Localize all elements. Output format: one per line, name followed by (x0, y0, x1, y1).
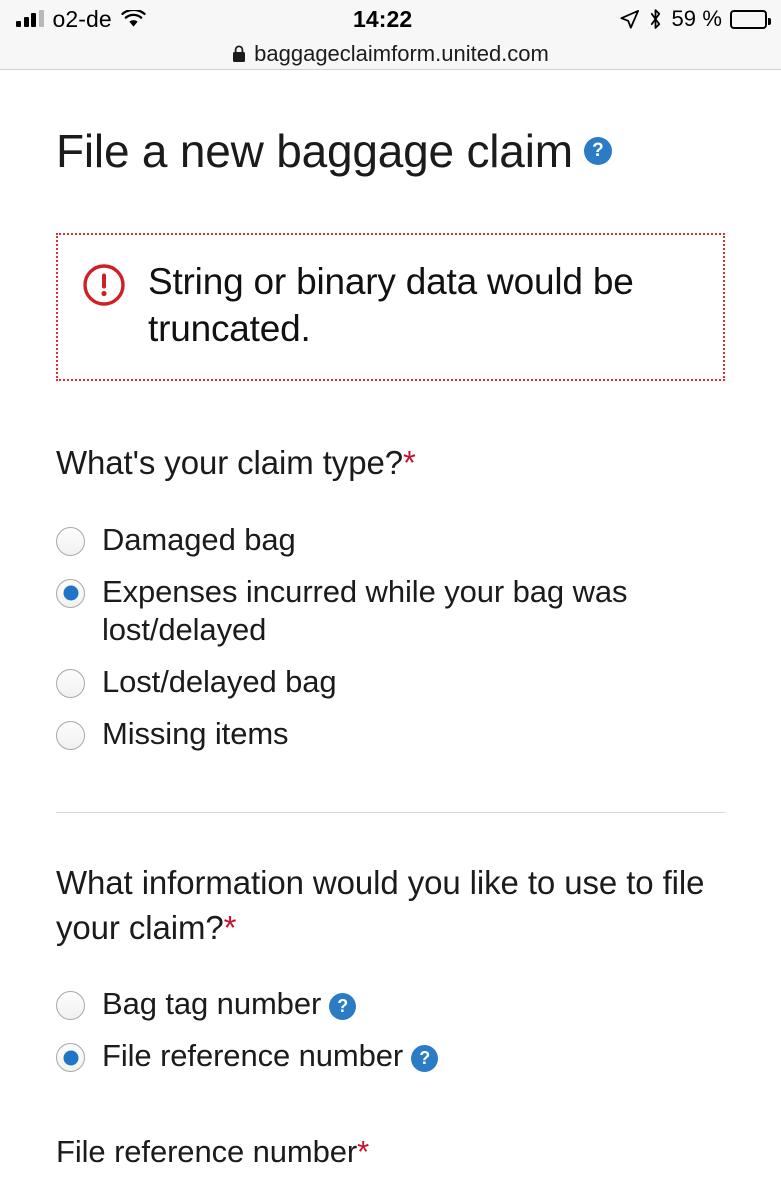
radio-label: File reference number (102, 1038, 404, 1074)
radio-circle[interactable] (56, 526, 85, 556)
browser-chrome: o2-de 14:22 59 % baggageclaimform.united… (0, 0, 781, 70)
status-bar-clock: 14:22 (352, 5, 413, 32)
page-title-help-icon[interactable]: ? (583, 137, 612, 165)
radio-option-file-reference-number[interactable]: File reference number? (56, 1030, 725, 1082)
file-reference-help-icon[interactable]: ? (411, 1044, 439, 1072)
radio-option-missing-items[interactable]: Missing items (56, 708, 725, 760)
battery-percent-label: 59 % (671, 6, 722, 31)
error-alert-message: String or binary data would be truncated… (148, 261, 634, 349)
bluetooth-icon (648, 8, 663, 30)
file-reference-number-field-label: File reference number* (56, 1134, 725, 1170)
bag-tag-help-icon[interactable]: ? (329, 992, 357, 1020)
radio-option-lost-delayed-bag[interactable]: Lost/delayed bag (56, 656, 725, 708)
battery-icon (730, 9, 771, 29)
status-bar-left: o2-de (16, 6, 146, 33)
claim-type-question-label: What's your claim type?* (56, 441, 725, 486)
radio-option-damaged-bag[interactable]: Damaged bag (56, 514, 725, 566)
mobile-browser-screenshot: o2-de 14:22 59 % baggageclaimform.united… (0, 0, 781, 1200)
field-label-text: File reference number (56, 1134, 358, 1170)
page-title-text: File a new baggage claim (56, 125, 573, 177)
radio-label: Bag tag number (102, 986, 322, 1022)
url-text: baggageclaimform.united.com (254, 40, 549, 66)
page-title: File a new baggage claim ? (56, 124, 725, 178)
location-arrow-icon (619, 9, 640, 30)
info-type-required-marker: * (223, 908, 237, 946)
claim-type-radio-group: Damaged bag Expenses incurred while your… (56, 514, 725, 761)
radio-circle[interactable] (56, 991, 85, 1021)
radio-option-bag-tag-number[interactable]: Bag tag number? (56, 978, 725, 1030)
claim-type-question-text: What's your claim type? (56, 443, 403, 481)
ios-status-bar: o2-de 14:22 59 % (0, 0, 781, 38)
info-type-radio-group: Bag tag number? File reference number? (56, 978, 725, 1082)
radio-circle[interactable] (56, 668, 85, 698)
radio-label-wrap: Bag tag number? (102, 985, 357, 1023)
browser-url-bar[interactable]: baggageclaimform.united.com (0, 38, 781, 69)
radio-circle[interactable] (56, 578, 85, 608)
carrier-label: o2-de (52, 5, 112, 32)
radio-option-expenses-incurred[interactable]: Expenses incurred while your bag was los… (56, 566, 725, 656)
radio-label: Missing items (102, 716, 289, 752)
wifi-icon (121, 10, 146, 28)
field-required-marker: * (357, 1134, 370, 1170)
info-type-question-label: What information would you like to use t… (56, 861, 725, 950)
error-exclamation-icon (82, 263, 126, 307)
radio-label: Expenses incurred while your bag was los… (102, 573, 628, 647)
page-content: File a new baggage claim ? String or bin… (0, 124, 781, 1170)
lock-icon (232, 45, 246, 63)
status-bar-right: 59 % (619, 6, 771, 32)
radio-label: Damaged bag (102, 521, 296, 557)
claim-type-required-marker: * (402, 443, 416, 481)
section-divider (56, 812, 725, 814)
info-type-question-text: What information would you like to use t… (56, 864, 705, 946)
radio-label-wrap: File reference number? (102, 1037, 439, 1075)
radio-circle[interactable] (56, 1043, 85, 1073)
signal-bars-icon (16, 10, 44, 27)
radio-label: Lost/delayed bag (102, 663, 337, 699)
error-alert: String or binary data would be truncated… (56, 233, 725, 381)
radio-circle[interactable] (56, 721, 85, 751)
